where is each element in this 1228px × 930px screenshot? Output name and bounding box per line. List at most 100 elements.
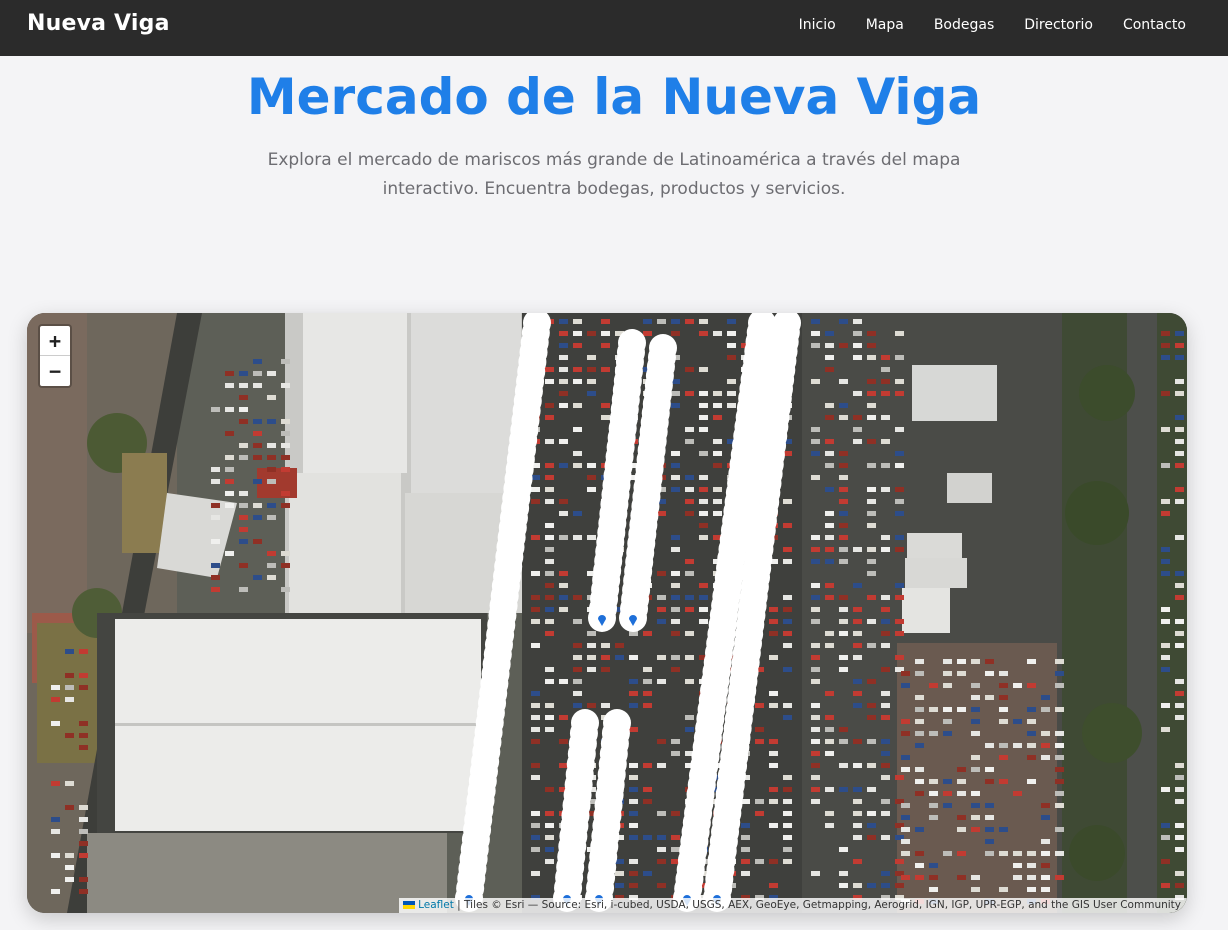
vehicle <box>1013 863 1022 868</box>
leaflet-link[interactable]: Leaflet <box>418 899 454 911</box>
vehicle <box>713 451 722 456</box>
vehicle <box>629 787 638 792</box>
vehicle <box>853 319 862 324</box>
zoom-in-button[interactable]: + <box>40 326 70 356</box>
vehicle <box>699 427 708 432</box>
vehicle <box>587 391 596 396</box>
vehicle <box>915 827 924 832</box>
vehicle <box>545 619 554 624</box>
vehicle <box>825 331 834 336</box>
vehicle <box>867 331 876 336</box>
vehicle <box>727 379 736 384</box>
vehicle <box>881 463 890 468</box>
vehicle <box>225 431 234 436</box>
vehicle <box>685 367 694 372</box>
vehicle <box>839 727 848 732</box>
vehicle <box>545 727 554 732</box>
vehicle <box>1161 331 1170 336</box>
vehicle <box>881 691 890 696</box>
vehicle <box>685 475 694 480</box>
vehicle <box>769 631 778 636</box>
vehicle <box>1175 343 1184 348</box>
vehicle <box>51 781 60 786</box>
vehicle <box>281 455 290 460</box>
vehicle <box>685 487 694 492</box>
vehicle <box>559 355 568 360</box>
brand-logo[interactable]: Nueva Viga <box>27 11 170 36</box>
vehicle <box>881 835 890 840</box>
vehicle <box>929 707 938 712</box>
vehicle <box>971 659 980 664</box>
vehicle <box>657 739 666 744</box>
vehicle <box>587 655 596 660</box>
vehicle <box>1175 799 1184 804</box>
nav-link-inicio[interactable]: Inicio <box>799 17 836 33</box>
vehicle <box>713 403 722 408</box>
vehicle <box>211 515 220 520</box>
nav-link-directorio[interactable]: Directorio <box>1024 17 1093 33</box>
vehicle <box>531 811 540 816</box>
vehicle <box>629 883 638 888</box>
vehicle <box>545 463 554 468</box>
vehicle <box>971 707 980 712</box>
vehicle <box>559 715 568 720</box>
nav-link-bodegas[interactable]: Bodegas <box>934 17 994 33</box>
zoom-out-button[interactable]: − <box>40 356 70 386</box>
vehicle <box>267 515 276 520</box>
vehicle <box>867 355 876 360</box>
vehicle <box>867 703 876 708</box>
vehicle <box>1161 883 1170 888</box>
vehicle <box>559 739 568 744</box>
vehicle <box>545 835 554 840</box>
vehicle <box>699 535 708 540</box>
vehicle <box>825 691 834 696</box>
vehicle <box>671 607 680 612</box>
vehicle <box>943 683 952 688</box>
vehicle <box>281 467 290 472</box>
vehicle <box>211 539 220 544</box>
vehicle <box>901 875 910 880</box>
vehicle <box>1175 643 1184 648</box>
vehicle <box>629 799 638 804</box>
vehicle <box>895 331 904 336</box>
vehicle <box>853 439 862 444</box>
vehicle <box>881 871 890 876</box>
vehicle <box>559 763 568 768</box>
vehicle <box>281 383 290 388</box>
vehicle <box>769 751 778 756</box>
vehicle <box>65 877 74 882</box>
vehicle <box>727 343 736 348</box>
vehicle <box>741 871 750 876</box>
vehicle <box>51 817 60 822</box>
vehicle <box>811 607 820 612</box>
vehicle <box>671 847 680 852</box>
vehicle <box>999 671 1008 676</box>
vehicle <box>671 631 680 636</box>
interactive-map[interactable]: + − Leaflet | Tiles © Esri — Source: Esr… <box>27 313 1187 913</box>
vehicle <box>825 403 834 408</box>
vehicle <box>253 383 262 388</box>
nav-link-mapa[interactable]: Mapa <box>866 17 904 33</box>
vehicle <box>881 715 890 720</box>
vehicle <box>1027 887 1036 892</box>
vehicle <box>901 803 910 808</box>
vehicle <box>825 727 834 732</box>
vehicle <box>545 559 554 564</box>
vehicle <box>853 343 862 348</box>
satellite-imagery[interactable] <box>27 313 1187 913</box>
vehicle <box>1175 787 1184 792</box>
vehicle <box>825 451 834 456</box>
vehicle <box>699 499 708 504</box>
vehicle <box>671 619 680 624</box>
vehicle <box>867 403 876 408</box>
nav-link-contacto[interactable]: Contacto <box>1123 17 1186 33</box>
vehicle <box>531 643 540 648</box>
vehicle <box>915 779 924 784</box>
vehicle <box>51 889 60 894</box>
vehicle <box>1175 631 1184 636</box>
vehicle <box>671 667 680 672</box>
vehicle <box>957 779 966 784</box>
vehicle <box>957 671 966 676</box>
vehicle <box>573 379 582 384</box>
vehicle <box>671 331 680 336</box>
